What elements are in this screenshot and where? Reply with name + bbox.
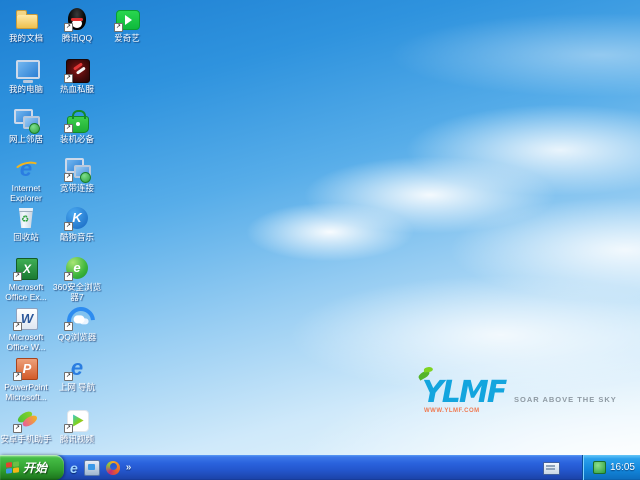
game-icon	[64, 57, 90, 83]
shortcut-arrow-icon	[114, 23, 123, 32]
desktop-icon-network-places[interactable]: 网上邻居	[0, 107, 52, 145]
ie-icon[interactable]: e	[70, 460, 78, 476]
icon-label: PowerPoint Microsoft...	[0, 383, 52, 403]
shortcut-arrow-icon	[64, 173, 73, 182]
chevron-overflow-icon[interactable]: »	[126, 462, 132, 473]
desktop-icon-word[interactable]: Microsoft Office W...	[0, 305, 52, 353]
shortcut-arrow-icon	[13, 372, 22, 381]
ie-icon	[13, 156, 39, 182]
network-places-icon	[13, 107, 39, 133]
shortcut-arrow-icon	[64, 372, 73, 381]
desktop-icon-iqiyi[interactable]: 爱奇艺	[101, 6, 153, 44]
nav-e-icon	[64, 355, 90, 381]
360-browser-icon	[64, 255, 90, 281]
icon-label: 腾讯视频	[51, 435, 103, 445]
icon-label: 热血私服	[51, 85, 103, 95]
shortcut-arrow-icon	[13, 322, 22, 331]
shortcut-arrow-icon	[64, 222, 73, 231]
recycle-bin-icon	[13, 205, 39, 231]
desktop-icon-nav[interactable]: 上网 导航	[51, 355, 103, 393]
desktop-icon-my-documents[interactable]: 我的文档	[0, 6, 52, 44]
shortcut-arrow-icon	[64, 424, 73, 433]
desktop-icon-phone-assistant[interactable]: 安卓手机助手	[0, 407, 52, 445]
powerpoint-icon	[13, 355, 39, 381]
shortcut-arrow-icon	[64, 74, 73, 83]
qq-browser-icon	[64, 305, 90, 331]
start-button-label: 开始	[23, 459, 47, 476]
logo-url: WWW.YLMF.COM	[424, 408, 480, 414]
icon-label: 回收站	[0, 233, 52, 243]
icon-label: 网上邻居	[0, 135, 52, 145]
word-icon	[13, 305, 39, 331]
desktop-icon-360-browser[interactable]: 360安全浏览器7	[51, 255, 103, 303]
icon-label: 360安全浏览器7	[51, 283, 103, 303]
system-tray: 16:05	[582, 455, 640, 480]
icon-label: Microsoft Office Ex...	[0, 283, 52, 303]
qq-penguin-icon	[64, 6, 90, 32]
swoosh-app-icon[interactable]	[106, 461, 120, 475]
icon-label: 酷狗音乐	[51, 233, 103, 243]
desktop-icon-my-computer[interactable]: 我的电脑	[0, 57, 52, 95]
shortcut-arrow-icon	[64, 23, 73, 32]
desktop-icon-broadband[interactable]: 宽带连接	[51, 156, 103, 194]
software-bag-icon	[64, 107, 90, 133]
windows-flag-icon	[6, 461, 19, 474]
clock[interactable]: 16:05	[610, 462, 635, 473]
logo-text: YLMF	[422, 375, 505, 410]
desktop-icon-game[interactable]: 热血私服	[51, 57, 103, 95]
shortcut-arrow-icon	[13, 424, 22, 433]
icon-label: 安卓手机助手	[0, 435, 52, 445]
excel-icon	[13, 255, 39, 281]
icon-label: 我的文档	[0, 34, 52, 44]
desktop-icon-powerpoint[interactable]: PowerPoint Microsoft...	[0, 355, 52, 403]
iqiyi-icon	[114, 6, 140, 32]
desktop-icon-qq-browser[interactable]: QQ浏览器	[51, 305, 103, 343]
taskbar: 开始 e » 16:05	[0, 455, 640, 480]
icon-label: Internet Explorer	[0, 184, 52, 204]
quick-launch-bar: e »	[70, 455, 131, 480]
computer-icon	[13, 57, 39, 83]
ylmf-watermark-logo: YLMF SOAR ABOVE THE SKY WWW.YLMF.COM	[422, 381, 632, 421]
desktop-icon-excel[interactable]: Microsoft Office Ex...	[0, 255, 52, 303]
desktop-icon-tencent-qq[interactable]: 腾讯QQ	[51, 6, 103, 44]
kugou-music-icon	[64, 205, 90, 231]
desktop-icon-tencent-video[interactable]: 腾讯视频	[51, 407, 103, 445]
shortcut-arrow-icon	[64, 124, 73, 133]
shortcut-arrow-icon	[13, 272, 22, 281]
broadband-icon	[64, 156, 90, 182]
icon-label: 我的电脑	[0, 85, 52, 95]
folder-icon	[13, 6, 39, 32]
icon-label: Microsoft Office W...	[0, 333, 52, 353]
green-status-icon[interactable]	[593, 461, 606, 474]
phone-assistant-icon	[13, 407, 39, 433]
logo-tagline: SOAR ABOVE THE SKY	[514, 395, 617, 404]
icon-label: 爱奇艺	[101, 34, 153, 44]
icon-label: 上网 导航	[51, 383, 103, 393]
icon-label: 宽带连接	[51, 184, 103, 194]
shortcut-arrow-icon	[64, 322, 73, 331]
desktop-icon-internet-explorer[interactable]: Internet Explorer	[0, 156, 52, 204]
tencent-video-icon	[64, 407, 90, 433]
start-button[interactable]: 开始	[0, 455, 64, 480]
keyboard-language-icon[interactable]	[543, 462, 560, 475]
shortcut-arrow-icon	[64, 272, 73, 281]
desktop-icon-software-bag[interactable]: 装机必备	[51, 107, 103, 145]
icon-label: 装机必备	[51, 135, 103, 145]
desktop-icon-recycle-bin[interactable]: 回收站	[0, 205, 52, 243]
app-window-icon[interactable]	[84, 460, 100, 476]
desktop-wallpaper: 我的文档 腾讯QQ 爱奇艺 我的电脑 热血私服 网上邻居 装机必备 Intern…	[0, 0, 640, 455]
desktop-icon-kugou[interactable]: 酷狗音乐	[51, 205, 103, 243]
icon-label: 腾讯QQ	[51, 34, 103, 44]
